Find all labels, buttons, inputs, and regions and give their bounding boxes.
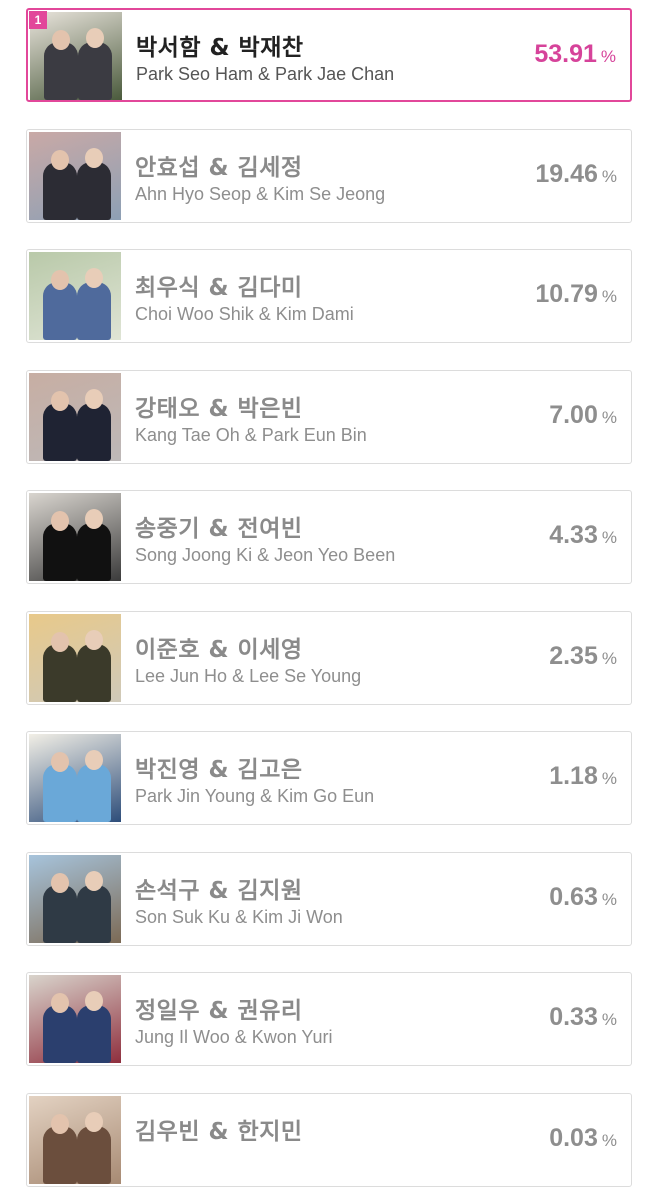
vote-percentage: 4.33% — [549, 521, 617, 550]
percentage-unit: % — [601, 648, 617, 668]
couple-name-korean: 정일우 & 권유리 — [135, 998, 303, 1024]
vote-percentage: 0.33% — [549, 1003, 617, 1032]
poster-thumbnail — [29, 493, 121, 581]
percentage-value: 4.33 — [549, 521, 598, 549]
ranking-item[interactable]: 손석구 & 김지원 Son Suk Ku & Kim Ji Won 0.63% — [26, 851, 632, 946]
ranking-item[interactable]: 이준호 & 이세영 Lee Jun Ho & Lee Se Young 2.35% — [26, 610, 632, 705]
ranking-item[interactable]: 강태오 & 박은빈 Kang Tae Oh & Park Eun Bin 7.00% — [26, 369, 632, 464]
couple-name-korean: 최우식 & 김다미 — [135, 275, 303, 301]
percentage-value: 0.03 — [549, 1123, 598, 1152]
vote-percentage: 19.46% — [535, 160, 617, 189]
ranking-item[interactable]: 정일우 & 권유리 Jung Il Woo & Kwon Yuri 0.33% — [26, 972, 632, 1066]
ranking-item[interactable]: 1 박서함 & 박재찬 Park Seo Ham & Park Jae Chan 53… — [26, 8, 632, 102]
percentage-value: 0.33 — [549, 1003, 598, 1031]
rank-badge: 1 — [29, 11, 47, 29]
couple-name-korean: 송중기 & 전여빈 — [135, 516, 303, 542]
couple-name-korean: 손석구 & 김지원 — [135, 877, 303, 904]
percentage-value: 0.63 — [549, 882, 598, 911]
poster-thumbnail — [29, 1095, 121, 1184]
poster-thumbnail — [29, 372, 121, 461]
couple-name-korean: 박진영 & 김고은 — [135, 757, 303, 783]
ranking-item[interactable]: 박진영 & 김고은 Park Jin Young & Kim Go Eun 1.18… — [26, 731, 632, 825]
poster-thumbnail — [29, 252, 121, 340]
percentage-value: 53.91 — [534, 40, 597, 68]
couple-name-korean: 박서함 & 박재찬 — [136, 35, 304, 61]
vote-percentage: 1.18% — [549, 762, 617, 791]
couple-name-english: Ahn Hyo Seop & Kim Se Jeong — [135, 183, 386, 204]
couple-name-korean: 이준호 & 이세영 — [135, 636, 303, 663]
couple-name-korean: 강태오 & 박은빈 — [135, 395, 303, 422]
percentage-value: 19.46 — [535, 159, 598, 188]
vote-percentage: 7.00% — [549, 401, 617, 430]
ranking-item[interactable]: 최우식 & 김다미 Choi Woo Shik & Kim Dami 10.79% — [26, 249, 632, 343]
vote-percentage: 53.91% — [534, 40, 616, 69]
percentage-unit: % — [600, 47, 616, 66]
percentage-unit: % — [601, 769, 617, 788]
poster-thumbnail — [29, 131, 121, 220]
percentage-unit: % — [601, 528, 617, 547]
poster-thumbnail — [29, 613, 121, 702]
vote-percentage: 0.63% — [549, 883, 617, 912]
couple-name-english: Song Joong Ki & Jeon Yeo Been — [135, 545, 396, 565]
couple-name-english: Lee Jun Ho & Lee Se Young — [135, 665, 362, 686]
percentage-unit: % — [601, 287, 617, 306]
couple-name-english: Choi Woo Shik & Kim Dami — [135, 304, 354, 324]
couple-name-english: Kang Tae Oh & Park Eun Bin — [135, 424, 367, 445]
percentage-unit: % — [601, 1130, 617, 1150]
percentage-unit: % — [601, 407, 617, 427]
poster-thumbnail — [29, 975, 121, 1063]
couple-name-english: Jung Il Woo & Kwon Yuri — [135, 1027, 333, 1047]
percentage-unit: % — [601, 166, 617, 186]
couple-name-english: Son Suk Ku & Kim Ji Won — [135, 906, 343, 927]
couple-name-english: Park Jin Young & Kim Go Eun — [135, 786, 375, 806]
vote-percentage: 0.03% — [549, 1124, 617, 1153]
poster-thumbnail — [29, 854, 121, 943]
ranking-item[interactable]: 김우빈 & 한지민 0.03% — [26, 1092, 632, 1187]
ranking-item[interactable]: 안효섭 & 김세정 Ahn Hyo Seop & Kim Se Jeong 19.4… — [26, 128, 632, 223]
percentage-value: 1.18 — [549, 762, 598, 790]
couple-name-korean: 안효섭 & 김세정 — [135, 154, 303, 181]
percentage-value: 10.79 — [535, 280, 598, 308]
poster-thumbnail — [29, 734, 121, 822]
percentage-value: 2.35 — [549, 641, 598, 670]
vote-percentage: 10.79% — [535, 280, 617, 309]
ranking-item[interactable]: 송중기 & 전여빈 Song Joong Ki & Jeon Yeo Been 4.… — [26, 490, 632, 584]
couple-name-english: Park Seo Ham & Park Jae Chan — [136, 64, 395, 84]
vote-percentage: 2.35% — [549, 642, 617, 671]
percentage-value: 7.00 — [549, 400, 598, 429]
percentage-unit: % — [601, 1010, 617, 1029]
couple-name-korean: 김우빈 & 한지민 — [135, 1118, 303, 1145]
percentage-unit: % — [601, 889, 617, 909]
